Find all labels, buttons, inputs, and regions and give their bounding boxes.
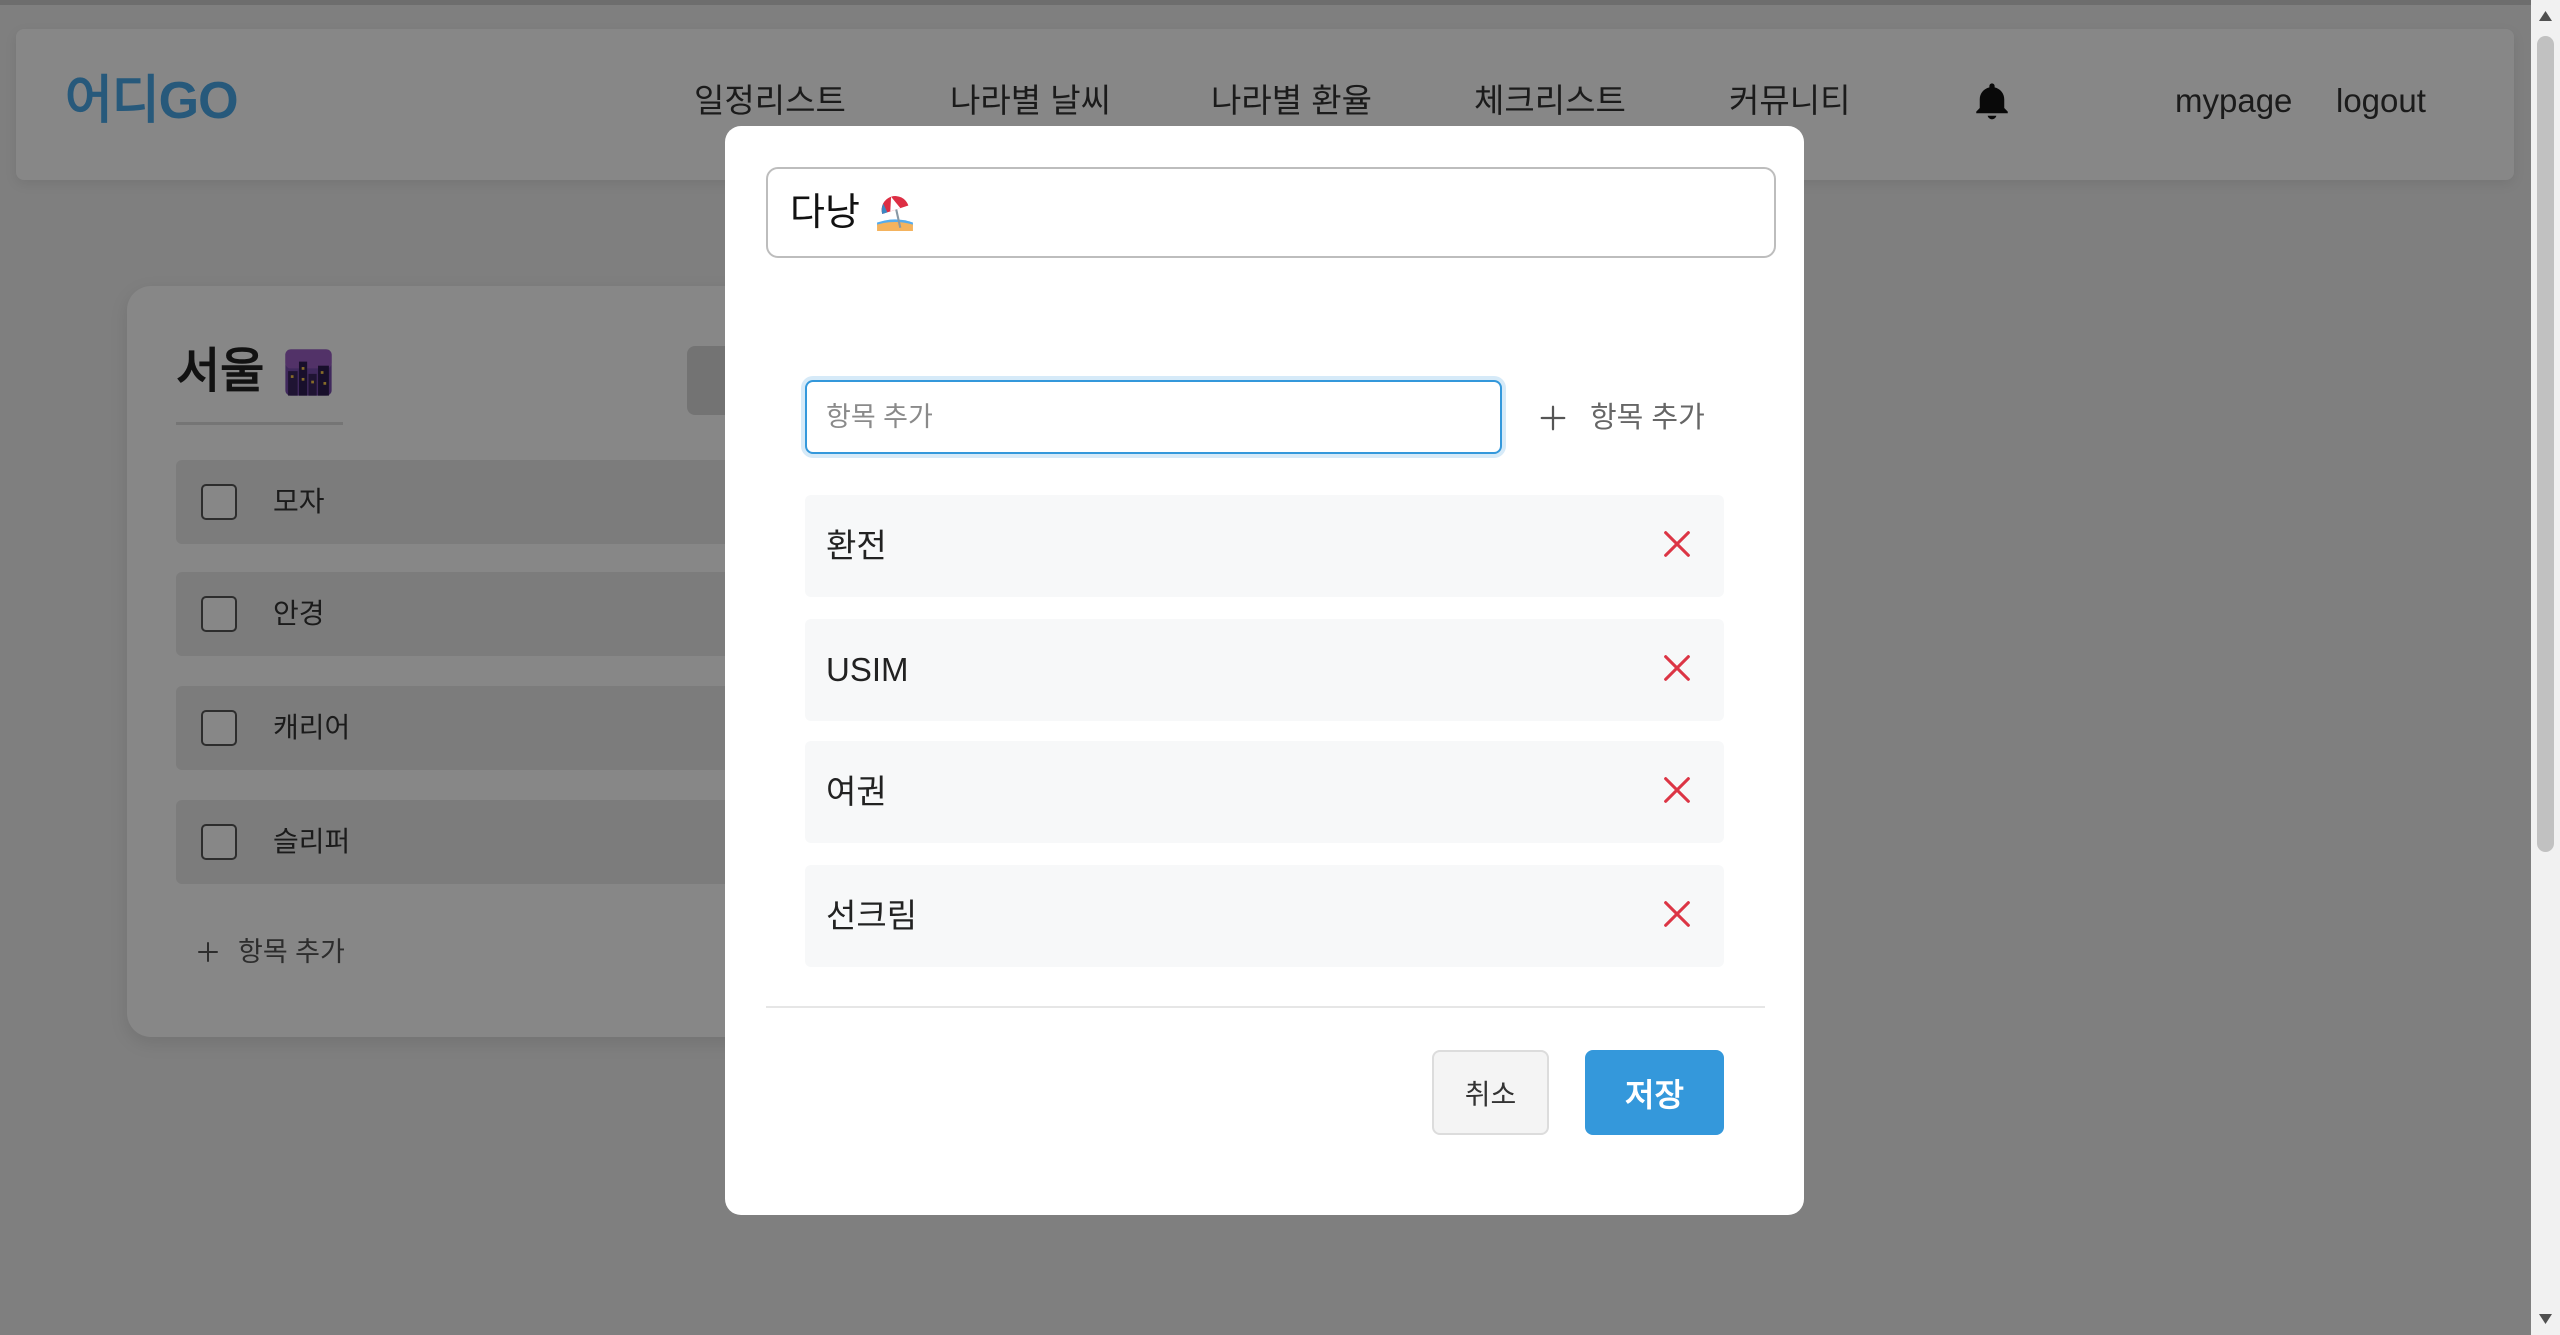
cancel-button[interactable]: 취소: [1432, 1050, 1549, 1135]
page-scrollbar[interactable]: [2531, 0, 2560, 1335]
list-item-label: 환전: [826, 527, 887, 564]
list-item: 선크림: [805, 865, 1724, 967]
list-item: 환전: [805, 495, 1724, 597]
list-item: 여권: [805, 741, 1724, 843]
modal-title-input[interactable]: 다낭: [766, 167, 1776, 258]
close-icon[interactable]: [1660, 527, 1694, 561]
list-item-label: USIM: [826, 651, 909, 688]
scroll-up-arrow-icon[interactable]: [2538, 10, 2553, 22]
checklist-edit-modal: 다낭 항목 추가 환전 USIM: [725, 126, 1804, 1215]
close-icon[interactable]: [1660, 773, 1694, 807]
add-item-input[interactable]: [805, 380, 1502, 454]
add-item-button-label: 항목 추가: [1590, 402, 1705, 434]
list-item: USIM: [805, 619, 1724, 721]
list-item-label: 선크림: [826, 897, 918, 934]
list-item-label: 여권: [826, 773, 887, 810]
modal-title-text: 다낭: [790, 191, 860, 234]
save-button[interactable]: 저장: [1585, 1050, 1724, 1135]
plus-icon: [1538, 403, 1568, 433]
scroll-down-arrow-icon[interactable]: [2538, 1313, 2553, 1325]
modal-footer-divider: [766, 1006, 1765, 1008]
beach-with-umbrella-icon: [876, 194, 914, 232]
close-icon[interactable]: [1660, 897, 1694, 931]
add-item-button[interactable]: 항목 추가: [1538, 394, 1728, 442]
close-icon[interactable]: [1660, 651, 1694, 685]
scrollbar-thumb[interactable]: [2537, 36, 2554, 852]
